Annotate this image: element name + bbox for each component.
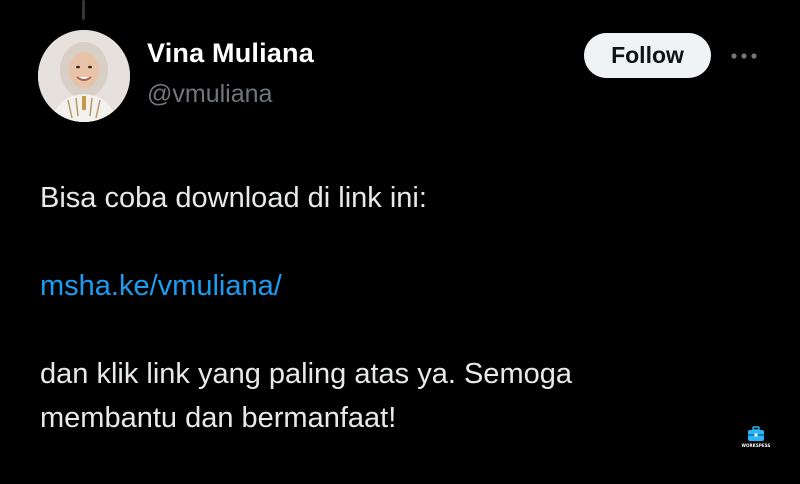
follow-button[interactable]: Follow bbox=[584, 33, 711, 78]
tweet-line: membantu dan bermanfaat! bbox=[40, 402, 397, 434]
tweet-text: Bisa coba download di link ini: msha.ke/… bbox=[40, 176, 740, 440]
watermark-text: WORKSPESS bbox=[741, 443, 771, 448]
author-name[interactable]: Vina Muliana bbox=[147, 38, 314, 69]
author-handle[interactable]: @vmuliana bbox=[147, 80, 272, 109]
more-horizontal-icon bbox=[731, 53, 757, 59]
author-avatar[interactable] bbox=[38, 30, 130, 122]
watermark-logo: WORKSPESS bbox=[740, 426, 772, 452]
tweet-line: Bisa coba download di link ini: bbox=[40, 182, 427, 214]
more-options-button[interactable] bbox=[726, 44, 762, 68]
tweet-line: dan klik link yang paling atas ya. Semog… bbox=[40, 358, 572, 390]
avatar-photo-icon bbox=[38, 30, 130, 122]
thread-connector-line bbox=[82, 0, 85, 20]
briefcase-icon bbox=[748, 426, 764, 441]
tweet-link[interactable]: msha.ke/vmuliana/ bbox=[40, 270, 282, 302]
